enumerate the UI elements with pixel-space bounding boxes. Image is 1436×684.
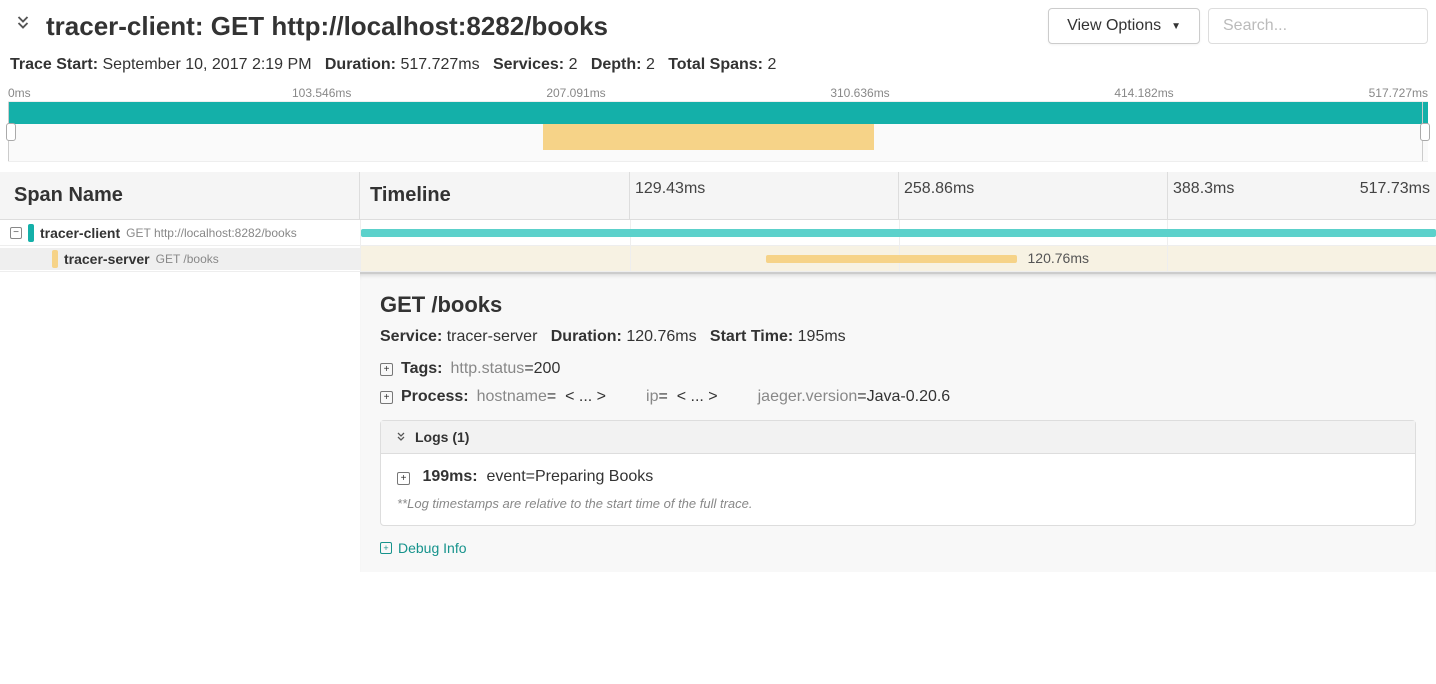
expand-icon: + xyxy=(380,542,392,554)
process-row[interactable]: + Process: hostname= < ... > ip= < ... >… xyxy=(380,388,1416,406)
logs-hint: **Log timestamps are relative to the sta… xyxy=(397,496,1399,511)
process-label: Process: xyxy=(401,388,469,406)
service-color-swatch xyxy=(52,250,58,268)
ruler-tick: 103.546ms xyxy=(292,86,351,100)
expand-icon[interactable]: + xyxy=(380,391,393,404)
logs-count: Logs (1) xyxy=(415,429,469,445)
overview-span-bar xyxy=(543,124,874,150)
timeline-tick: 517.73ms xyxy=(1360,180,1430,198)
span-row[interactable]: tracer-server GET /books 120.76ms xyxy=(0,246,1436,272)
span-bar[interactable] xyxy=(361,229,1436,237)
span-service-name: tracer-server xyxy=(64,251,150,267)
span-duration-label: 120.76ms xyxy=(1028,250,1089,266)
ruler-tick: 310.636ms xyxy=(830,86,889,100)
chevrons-down-icon xyxy=(395,431,407,443)
service-color-swatch xyxy=(28,224,34,242)
log-entry[interactable]: + 199ms: event=Preparing Books xyxy=(397,468,1399,486)
detail-meta: Service: tracer-server Duration: 120.76m… xyxy=(380,328,1416,346)
logs-header[interactable]: Logs (1) xyxy=(381,421,1415,454)
overview-ruler: 0ms 103.546ms 207.091ms 310.636ms 414.18… xyxy=(8,86,1428,102)
expand-icon[interactable]: + xyxy=(380,363,393,376)
caret-down-icon: ▼ xyxy=(1171,21,1181,32)
debug-info-link[interactable]: + Debug Info xyxy=(380,540,467,556)
trace-meta: Trace Start: September 10, 2017 2:19 PM … xyxy=(0,52,1436,86)
toggle-children-icon[interactable]: − xyxy=(10,227,22,239)
ruler-tick: 0ms xyxy=(8,86,31,100)
timeline-tick: 258.86ms xyxy=(898,180,974,198)
column-header-span-name: Span Name xyxy=(0,172,360,219)
tags-row[interactable]: + Tags: http.status=200 xyxy=(380,360,1416,378)
detail-title: GET /books xyxy=(380,292,1416,318)
ruler-tick: 414.182ms xyxy=(1114,86,1173,100)
logs-section: Logs (1) + 199ms: event=Preparing Books … xyxy=(380,420,1416,526)
log-time: 199ms: xyxy=(422,468,477,485)
timeline-label: Timeline xyxy=(370,184,451,207)
view-options-button[interactable]: View Options ▼ xyxy=(1048,8,1200,44)
ruler-tick: 207.091ms xyxy=(546,86,605,100)
span-bar[interactable] xyxy=(766,255,1016,263)
span-operation-name: GET /books xyxy=(156,252,219,266)
view-options-label: View Options xyxy=(1067,17,1161,35)
trace-overview[interactable] xyxy=(8,102,1428,162)
timeline-tick: 129.43ms xyxy=(629,180,705,198)
overview-handle-right[interactable] xyxy=(1422,102,1428,161)
trace-title: tracer-client: GET http://localhost:8282… xyxy=(46,11,1040,42)
column-header-timeline: Timeline 129.43ms 258.86ms 388.3ms 517.7… xyxy=(360,172,1436,219)
overview-handle-left[interactable] xyxy=(8,102,14,161)
expand-icon[interactable]: + xyxy=(397,472,410,485)
span-row[interactable]: − tracer-client GET http://localhost:828… xyxy=(0,220,1436,246)
span-operation-name: GET http://localhost:8282/books xyxy=(126,226,297,240)
ruler-tick: 517.727ms xyxy=(1369,86,1428,100)
timeline-tick: 388.3ms xyxy=(1167,180,1234,198)
span-service-name: tracer-client xyxy=(40,225,120,241)
collapse-all-icon[interactable] xyxy=(8,14,38,38)
overview-span-bar xyxy=(8,102,1428,124)
span-detail-panel: GET /books Service: tracer-server Durati… xyxy=(360,272,1436,572)
search-input[interactable] xyxy=(1208,8,1428,44)
tags-label: Tags: xyxy=(401,360,442,378)
